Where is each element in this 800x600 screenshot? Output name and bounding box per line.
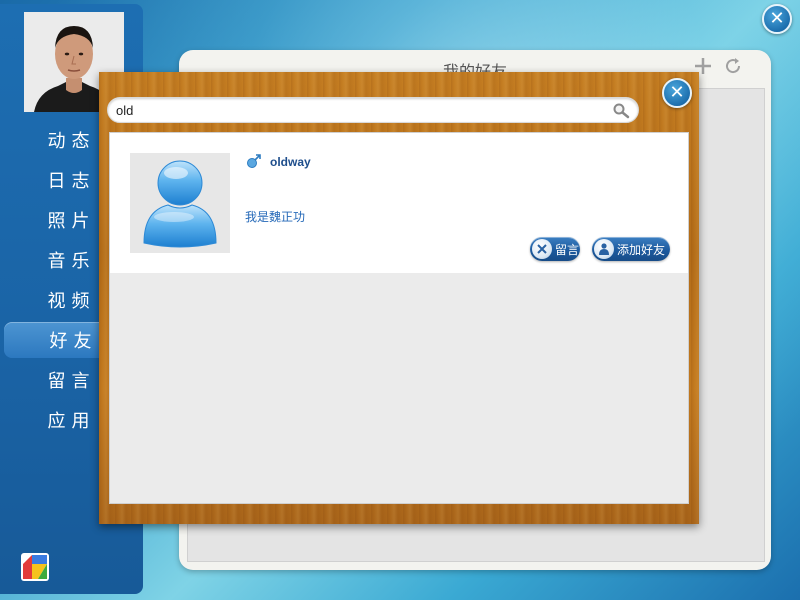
search-input[interactable] — [116, 102, 596, 118]
nav-label: 留言 — [47, 371, 96, 392]
search-friend-dialog: oldway 我是魏正功 留言 添加好友 — [99, 72, 699, 524]
close-dialog-button[interactable]: ✕ — [662, 78, 692, 108]
result-username[interactable]: oldway — [270, 155, 311, 169]
close-app-button[interactable]: ✕ — [762, 4, 792, 34]
search-box[interactable] — [107, 97, 639, 123]
list-item: oldway 我是魏正功 留言 添加好友 — [110, 133, 688, 273]
close-icon: ✕ — [769, 8, 785, 29]
nav-label: 动态 — [47, 131, 96, 152]
nav-label: 照片 — [47, 211, 96, 232]
add-friend-icon — [594, 239, 614, 259]
user-silhouette-icon — [143, 160, 217, 248]
male-icon — [246, 153, 262, 169]
nav-label: 音乐 — [47, 251, 96, 272]
add-friend-label: 添加好友 — [617, 242, 666, 257]
nav-label: 应用 — [47, 411, 96, 432]
magnifier-icon[interactable] — [612, 102, 630, 120]
search-results: oldway 我是魏正功 留言 添加好友 — [109, 132, 689, 504]
result-signature: 我是魏正功 — [245, 210, 306, 224]
leave-message-label: 留言 — [555, 242, 580, 257]
close-icon: ✕ — [669, 82, 685, 103]
nav-label: 视频 — [47, 291, 96, 312]
nav-label: 日志 — [47, 171, 96, 192]
nav-label: 好友 — [49, 331, 98, 352]
message-icon — [532, 239, 552, 259]
refresh-icon[interactable] — [723, 56, 743, 81]
add-friend-button[interactable]: 添加好友 — [592, 237, 670, 261]
app-launcher-icon[interactable] — [20, 552, 50, 582]
default-avatar[interactable] — [130, 153, 230, 253]
leave-message-button[interactable]: 留言 — [530, 237, 580, 261]
